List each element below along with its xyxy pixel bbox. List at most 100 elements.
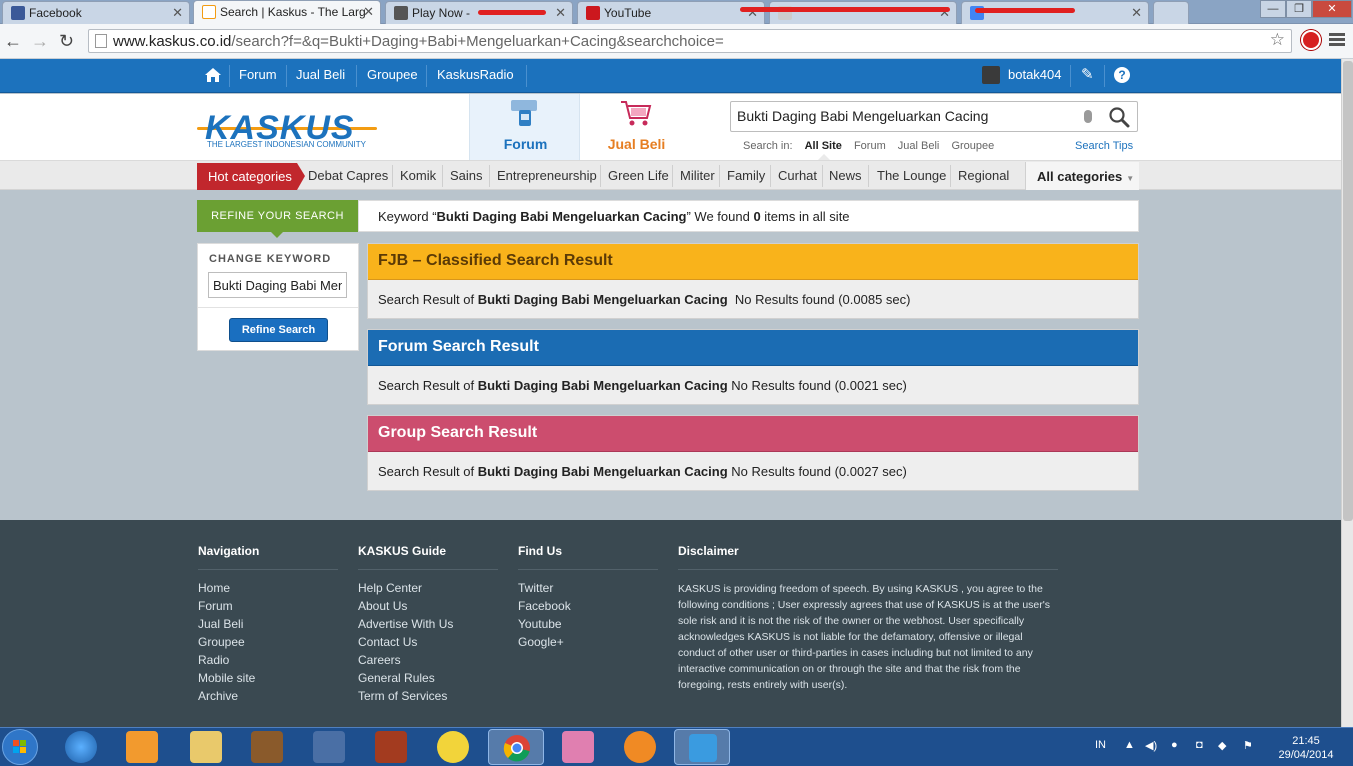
forward-arrow-icon[interactable]: → bbox=[31, 31, 49, 51]
site-tab-forum[interactable]: Forum bbox=[469, 94, 580, 160]
microphone-icon[interactable] bbox=[1084, 110, 1092, 123]
internet-explorer-icon[interactable] bbox=[65, 731, 97, 763]
category-curhat[interactable]: Curhat bbox=[778, 168, 817, 183]
topnav-groupee[interactable]: Groupee bbox=[367, 67, 418, 82]
search-icon[interactable] bbox=[1108, 106, 1130, 128]
browser-tab-redacted[interactable]: ✕ bbox=[769, 1, 957, 24]
pencil-icon[interactable]: ✎ bbox=[1081, 65, 1094, 83]
footer-link-groupee[interactable]: Groupee bbox=[198, 635, 338, 653]
new-tab-button[interactable] bbox=[1153, 1, 1189, 24]
footer-link-general-rules[interactable]: General Rules bbox=[358, 671, 498, 689]
category-komik[interactable]: Komik bbox=[400, 168, 436, 183]
avatar[interactable] bbox=[982, 66, 1000, 84]
category-the-lounge[interactable]: The Lounge bbox=[877, 168, 946, 183]
footer-link-home[interactable]: Home bbox=[198, 581, 338, 599]
language-indicator[interactable]: IN bbox=[1095, 739, 1106, 751]
messenger-taskbar-button[interactable] bbox=[674, 729, 730, 765]
search-option-all-site[interactable]: All Site bbox=[805, 140, 842, 152]
kaskus-logo[interactable]: KASKUS THE LARGEST INDONESIAN COMMUNITY bbox=[197, 109, 382, 151]
restore-button[interactable]: ❐ bbox=[1286, 0, 1312, 18]
facebook-icon bbox=[11, 6, 25, 20]
browser-tab-youtube[interactable]: YouTube ✕ bbox=[577, 1, 765, 24]
chrome-taskbar-button[interactable] bbox=[488, 729, 544, 765]
category-news[interactable]: News bbox=[829, 168, 862, 183]
topnav-forum[interactable]: Forum bbox=[239, 67, 277, 82]
back-arrow-icon[interactable]: ← bbox=[4, 31, 22, 51]
search-input[interactable] bbox=[737, 108, 1077, 124]
tray-app-icon[interactable]: ◘ bbox=[1196, 739, 1203, 751]
close-icon[interactable]: ✕ bbox=[1131, 5, 1142, 21]
username[interactable]: botak404 bbox=[1008, 67, 1062, 82]
site-tab-jual-beli[interactable]: Jual Beli bbox=[581, 94, 692, 160]
media-player-icon[interactable] bbox=[126, 731, 158, 763]
category-sains[interactable]: Sains bbox=[450, 168, 483, 183]
footer-link-contact-us[interactable]: Contact Us bbox=[358, 635, 498, 653]
category-entrepreneurship[interactable]: Entrepreneurship bbox=[497, 168, 597, 183]
browser-tab-kaskus[interactable]: Search | Kaskus - The Larg ✕ bbox=[193, 0, 381, 25]
search-tips-link[interactable]: Search Tips bbox=[1075, 140, 1133, 152]
browser-tab-facebook[interactable]: Facebook ✕ bbox=[2, 1, 190, 24]
address-bar[interactable]: www.kaskus.co.id/search?f=&q=Bukti+Dagin… bbox=[88, 29, 1292, 53]
refine-search-button[interactable]: Refine Search bbox=[229, 318, 328, 342]
footer-link-terms[interactable]: Term of Services bbox=[358, 689, 498, 707]
clock-date: 29/04/2014 bbox=[1278, 749, 1334, 761]
footer-link-mobile-site[interactable]: Mobile site bbox=[198, 671, 338, 689]
page-scrollbar[interactable] bbox=[1341, 59, 1353, 727]
footer-link-about-us[interactable]: About Us bbox=[358, 599, 498, 617]
vpn-app-icon[interactable] bbox=[624, 731, 656, 763]
footer-link-careers[interactable]: Careers bbox=[358, 653, 498, 671]
browser-menu-icon[interactable] bbox=[1329, 33, 1345, 48]
bookmark-star-icon[interactable]: ☆ bbox=[1270, 30, 1285, 50]
footer-link-twitter[interactable]: Twitter bbox=[518, 581, 658, 599]
close-icon[interactable]: ✕ bbox=[363, 4, 374, 20]
search-option-forum[interactable]: Forum bbox=[854, 140, 886, 152]
chevron-down-icon: ▼ bbox=[1126, 174, 1135, 183]
footer-link-google-plus[interactable]: Google+ bbox=[518, 635, 658, 653]
category-militer[interactable]: Militer bbox=[680, 168, 715, 183]
category-debat-capres[interactable]: Debat Capres bbox=[308, 168, 388, 183]
nav-separator bbox=[356, 65, 357, 87]
hot-categories-label[interactable]: Hot categories bbox=[197, 163, 305, 190]
topnav-jual-beli[interactable]: Jual Beli bbox=[296, 67, 345, 82]
extension-stop-icon[interactable] bbox=[1301, 30, 1321, 50]
file-explorer-icon[interactable] bbox=[190, 731, 222, 763]
action-center-flag-icon[interactable]: ⚑ bbox=[1243, 739, 1253, 752]
volume-icon[interactable]: ◀) bbox=[1145, 739, 1157, 752]
tray-app-icon[interactable]: ● bbox=[1171, 739, 1178, 751]
search-option-jual-beli[interactable]: Jual Beli bbox=[898, 140, 940, 152]
keyword-input[interactable] bbox=[208, 272, 347, 298]
category-family[interactable]: Family bbox=[727, 168, 765, 183]
category-green-life[interactable]: Green Life bbox=[608, 168, 669, 183]
network-icon[interactable]: ◆ bbox=[1218, 739, 1226, 752]
footer-link-forum[interactable]: Forum bbox=[198, 599, 338, 617]
game-app-icon[interactable] bbox=[313, 731, 345, 763]
footer-link-radio[interactable]: Radio bbox=[198, 653, 338, 671]
game-app-icon[interactable] bbox=[375, 731, 407, 763]
scrollbar-thumb[interactable] bbox=[1343, 61, 1353, 521]
result-prefix: Search Result of bbox=[378, 464, 478, 479]
start-button[interactable] bbox=[2, 729, 38, 765]
home-icon[interactable] bbox=[204, 67, 222, 83]
media-app-icon[interactable] bbox=[562, 731, 594, 763]
footer-link-youtube[interactable]: Youtube bbox=[518, 617, 658, 635]
batman-app-icon[interactable] bbox=[437, 731, 469, 763]
footer-link-archive[interactable]: Archive bbox=[198, 689, 338, 707]
window-close-button[interactable]: ✕ bbox=[1312, 0, 1352, 18]
topnav-kaskusradio[interactable]: KaskusRadio bbox=[437, 67, 514, 82]
all-categories-dropdown[interactable]: All categories ▼ bbox=[1025, 162, 1139, 190]
reload-icon[interactable]: ↻ bbox=[59, 31, 74, 51]
search-option-groupee[interactable]: Groupee bbox=[951, 140, 994, 152]
minimize-button[interactable]: — bbox=[1260, 0, 1286, 18]
show-hidden-icons-icon[interactable]: ▲ bbox=[1124, 739, 1135, 751]
footer-link-help-center[interactable]: Help Center bbox=[358, 581, 498, 599]
game-app-icon[interactable] bbox=[251, 731, 283, 763]
close-icon[interactable]: ✕ bbox=[172, 5, 183, 21]
category-regional[interactable]: Regional bbox=[958, 168, 1009, 183]
close-icon[interactable]: ✕ bbox=[555, 5, 566, 21]
page-icon bbox=[95, 34, 107, 48]
help-icon[interactable]: ? bbox=[1114, 67, 1130, 83]
footer-link-advertise[interactable]: Advertise With Us bbox=[358, 617, 498, 635]
footer-link-jual-beli[interactable]: Jual Beli bbox=[198, 617, 338, 635]
taskbar-clock[interactable]: 21:45 29/04/2014 bbox=[1271, 734, 1341, 762]
footer-link-facebook[interactable]: Facebook bbox=[518, 599, 658, 617]
